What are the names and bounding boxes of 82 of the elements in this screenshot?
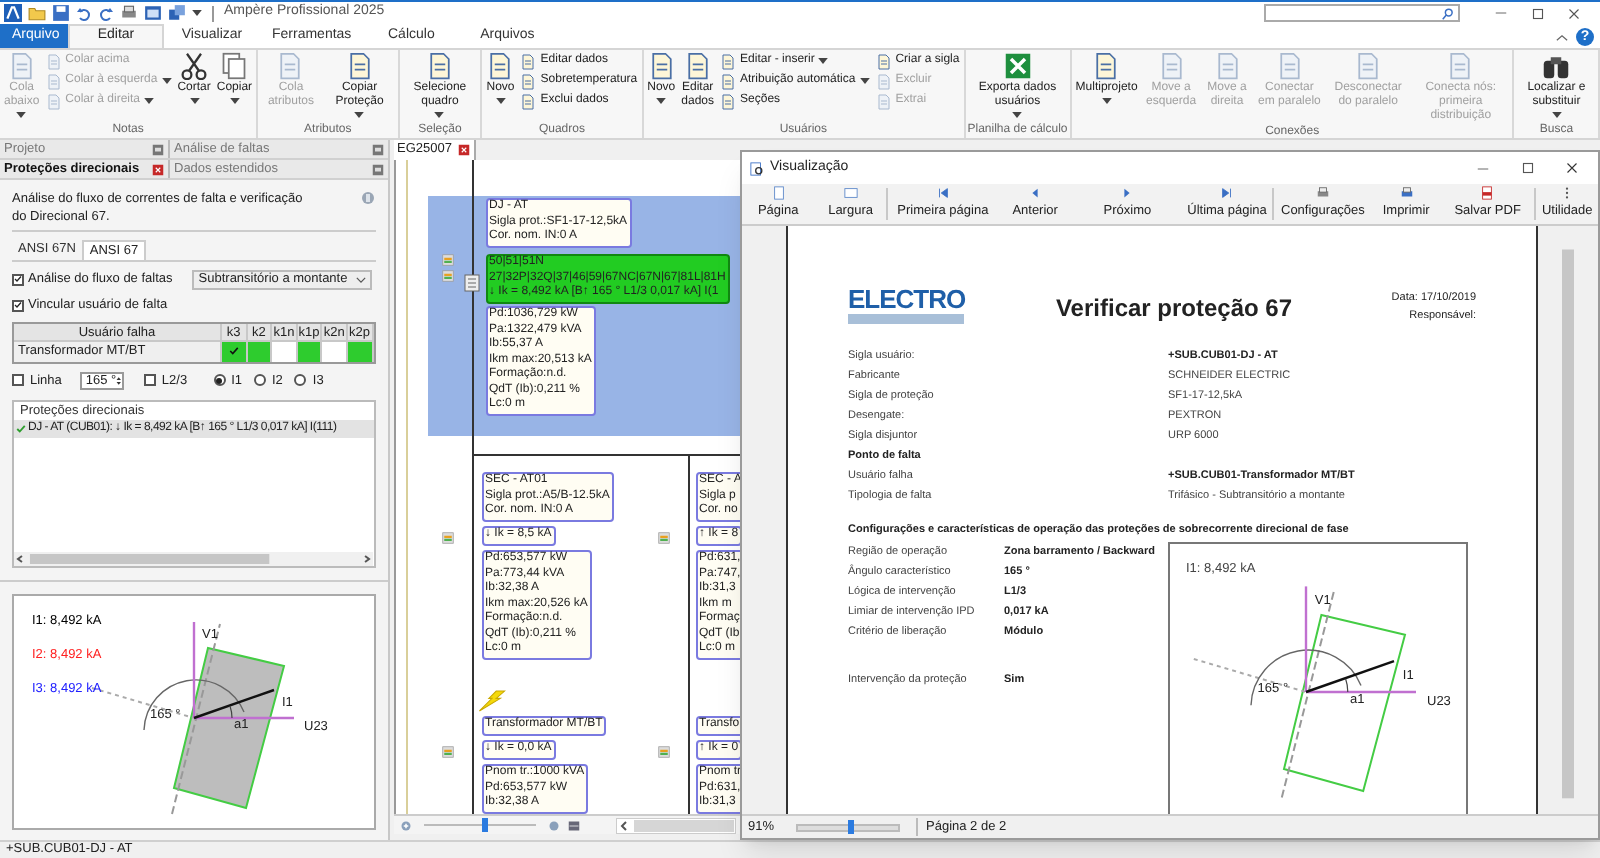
close-icon xyxy=(1566,162,1578,174)
document-icon xyxy=(45,93,62,109)
document-icon xyxy=(45,53,62,69)
caret-icon xyxy=(144,98,155,104)
maximize-icon xyxy=(1532,7,1544,19)
chevron-down-icon xyxy=(356,276,367,284)
last-page-icon xyxy=(1220,186,1234,201)
checkbox[interactable] xyxy=(12,299,24,312)
meter-icon xyxy=(657,746,670,758)
undo-icon xyxy=(76,5,92,21)
document-icon xyxy=(520,93,537,109)
radio-button[interactable] xyxy=(294,374,307,387)
meter-icon xyxy=(441,270,454,282)
check-icon xyxy=(14,300,22,311)
document-icon xyxy=(1092,52,1121,80)
breaker-icon xyxy=(463,274,480,292)
table-cell[interactable] xyxy=(222,341,248,361)
close-icon xyxy=(1568,7,1580,19)
document-icon xyxy=(875,73,892,89)
close-icon xyxy=(152,163,164,175)
table-cell[interactable] xyxy=(272,341,298,361)
document-icon xyxy=(720,93,737,109)
zoom-slider-thumb[interactable] xyxy=(847,819,853,833)
caret-icon xyxy=(818,58,829,64)
caret-icon xyxy=(229,98,240,104)
document-icon xyxy=(683,52,712,80)
redo-icon xyxy=(98,5,114,21)
caret-icon xyxy=(192,10,202,16)
caret-icon xyxy=(495,98,506,104)
caret-icon xyxy=(656,98,667,104)
checkbox[interactable] xyxy=(12,273,24,286)
document-icon xyxy=(520,53,537,69)
meter-icon xyxy=(441,254,454,266)
document-icon xyxy=(647,52,676,80)
maximize-icon xyxy=(1522,162,1534,174)
caret-icon xyxy=(354,112,365,118)
check-icon xyxy=(227,346,240,356)
caret-icon xyxy=(16,112,27,118)
fit-view-icon xyxy=(547,819,560,831)
meter-icon xyxy=(657,532,670,544)
caret-icon xyxy=(859,78,870,84)
document-icon xyxy=(425,52,454,80)
logo-bar xyxy=(848,314,964,324)
meter-icon xyxy=(441,746,454,758)
preview-icon xyxy=(750,161,764,175)
report-title: Verificar proteção 67 xyxy=(1053,292,1295,326)
search-icon xyxy=(1442,7,1454,19)
minimize-icon xyxy=(1494,6,1508,20)
windows-icon xyxy=(168,4,186,22)
document-icon xyxy=(720,53,737,69)
zoom-slider-thumb[interactable] xyxy=(481,818,488,832)
scissors-icon xyxy=(180,52,209,80)
caret-icon xyxy=(434,112,445,118)
page-width-icon xyxy=(843,186,858,201)
document-icon xyxy=(45,73,62,89)
document-icon xyxy=(875,53,892,69)
spin-arrows-icon xyxy=(116,373,122,388)
document-icon xyxy=(720,73,737,89)
caret-icon xyxy=(189,98,200,104)
caret-icon xyxy=(161,78,172,84)
radio-button[interactable] xyxy=(213,374,226,387)
horizontal-scrollbar[interactable] xyxy=(14,552,374,567)
document-icon xyxy=(875,93,892,109)
first-page-icon xyxy=(935,186,950,201)
window-icon xyxy=(144,4,162,22)
caret-icon xyxy=(1012,112,1023,118)
caret-icon xyxy=(1101,98,1112,104)
document-icon xyxy=(486,52,515,80)
search-field[interactable] xyxy=(1264,4,1460,22)
meter-icon xyxy=(441,532,454,544)
document-icon xyxy=(520,73,537,89)
document-icon xyxy=(345,52,374,80)
collapse-ribbon-icon xyxy=(1556,34,1568,42)
checkbox[interactable] xyxy=(143,374,156,387)
binoculars-icon xyxy=(1542,52,1571,80)
table-cell[interactable] xyxy=(322,341,348,361)
printer-icon xyxy=(120,4,138,22)
logo-text: ELECTRO xyxy=(848,286,968,314)
caret-icon xyxy=(1551,112,1562,118)
radio-button[interactable] xyxy=(253,374,266,387)
checkbox[interactable] xyxy=(12,374,24,387)
check-icon xyxy=(14,274,22,285)
